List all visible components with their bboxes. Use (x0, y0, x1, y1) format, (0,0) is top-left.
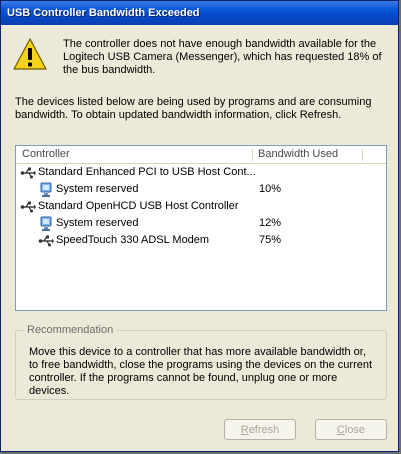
bandwidth-listview[interactable]: Controller Bandwidth Used Standard Enhan… (15, 145, 387, 311)
refresh-mnemonic: R (240, 423, 249, 436)
system-reserved-icon (40, 182, 52, 197)
warning-icon (13, 38, 47, 70)
list-item-device[interactable]: SpeedTouch 330 ADSL Modem 75% (16, 232, 386, 249)
column-divider[interactable] (252, 149, 253, 161)
close-mnemonic: C (336, 423, 345, 436)
column-header-controller[interactable]: Controller (22, 148, 70, 160)
list-item-label: System reserved (56, 183, 139, 195)
list-item-label: Standard OpenHCD USB Host Controller (38, 200, 239, 212)
usb-controller-icon (20, 201, 36, 213)
list-item-controller[interactable]: Standard OpenHCD USB Host Controller (16, 198, 386, 215)
bandwidth-value: 12% (259, 217, 282, 229)
list-item-device[interactable]: System reserved 12% (16, 215, 386, 232)
title-bar[interactable]: USB Controller Bandwidth Exceeded (1, 1, 398, 25)
column-header-bandwidth[interactable]: Bandwidth Used (258, 148, 338, 160)
list-item-controller[interactable]: Standard Enhanced PCI to USB Host Cont..… (16, 164, 386, 181)
list-item-device[interactable]: System reserved 10% (16, 181, 386, 198)
recommendation-groupbox: Recommendation Move this device to a con… (15, 324, 387, 400)
bandwidth-value: 75% (259, 234, 282, 246)
warning-message: The controller does not have enough band… (63, 38, 382, 76)
recommendation-legend: Recommendation (24, 324, 117, 336)
usb-device-icon (38, 235, 54, 247)
window-title: USB Controller Bandwidth Exceeded (7, 7, 200, 19)
list-item-label: Standard Enhanced PCI to USB Host Cont..… (38, 166, 256, 178)
usb-bandwidth-dialog: USB Controller Bandwidth Exceeded The co… (0, 0, 399, 452)
bandwidth-value: 10% (259, 183, 282, 195)
list-item-label: System reserved (56, 217, 139, 229)
recommendation-text: Move this device to a controller that ha… (29, 346, 373, 397)
list-item-label: SpeedTouch 330 ADSL Modem (56, 234, 210, 246)
refresh-button[interactable]: Refresh (224, 419, 296, 440)
close-button[interactable]: Close (315, 419, 387, 440)
close-label: lose (344, 423, 366, 436)
system-reserved-icon (40, 216, 52, 231)
list-header: Controller Bandwidth Used (16, 146, 386, 164)
column-divider[interactable] (362, 149, 363, 161)
info-message: The devices listed below are being used … (15, 96, 372, 121)
usb-controller-icon (20, 167, 36, 179)
refresh-label: efresh (248, 423, 280, 436)
